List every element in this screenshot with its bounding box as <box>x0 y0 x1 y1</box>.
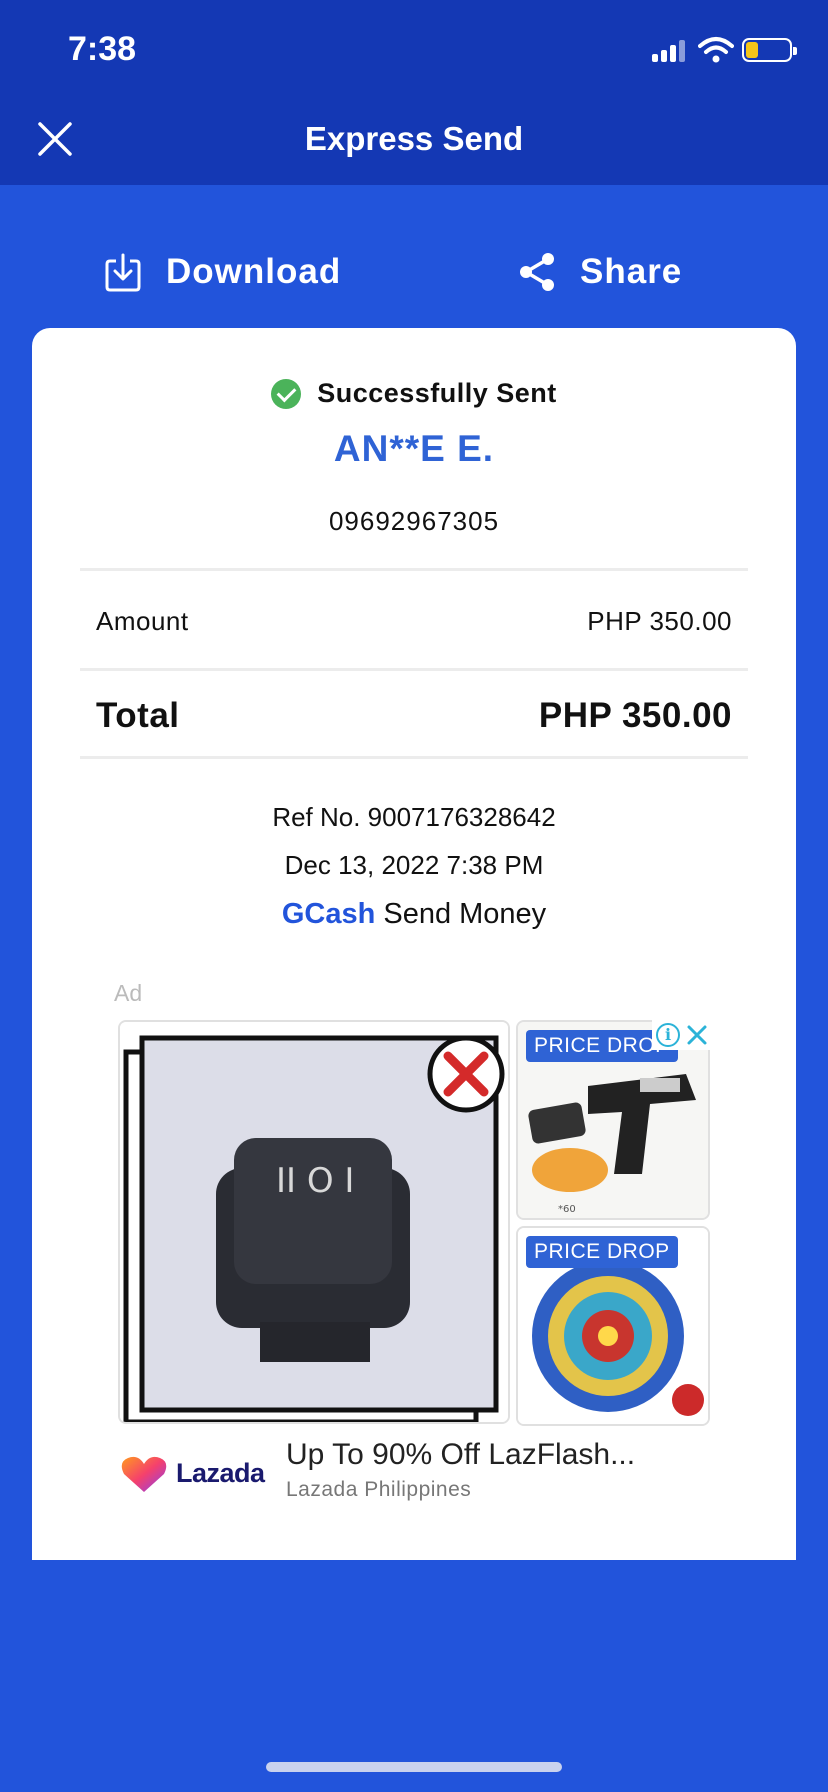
download-icon <box>105 253 141 292</box>
amount-value: PHP 350.00 <box>587 606 732 636</box>
ad-side-product-2[interactable]: PRICE DROP <box>516 1226 710 1426</box>
service-line: GCash Send Money <box>32 898 796 931</box>
total-label: Total <box>96 696 180 735</box>
ad-choices: i <box>652 1020 712 1050</box>
home-indicator <box>266 1762 562 1772</box>
signal-icon <box>652 40 688 62</box>
download-label: Download <box>166 252 342 291</box>
ad-main-image[interactable]: II O I <box>118 1020 510 1424</box>
ad-label: Ad <box>114 980 143 1006</box>
status-text: Successfully Sent <box>317 378 557 408</box>
gcash-brand: GCash <box>281 898 376 930</box>
ad-close-icon[interactable] <box>686 1024 708 1046</box>
status-line: Successfully Sent <box>32 378 796 409</box>
recipient-name: AN**E E. <box>333 428 495 469</box>
battery-icon <box>742 38 797 62</box>
share-button[interactable]: Share <box>516 248 682 296</box>
total-value: PHP 350.00 <box>538 696 732 735</box>
total-row: Total PHP 350.00 <box>96 696 732 736</box>
rocker-switch-image: II O I <box>120 1022 508 1422</box>
reference-number: Ref No. 9007176328642 <box>272 802 556 832</box>
transaction-datetime: Dec 13, 2022 7:38 PM <box>284 850 544 880</box>
price-drop-badge: PRICE DROP <box>526 1236 678 1268</box>
check-circle-icon <box>271 378 302 409</box>
product-caption: *60 <box>558 1204 576 1215</box>
divider <box>80 568 748 571</box>
service-name: Send Money <box>383 898 547 930</box>
svg-text:II O I: II O I <box>276 1161 354 1201</box>
receipt-card: Successfully Sent AN**E E. 09692967305 A… <box>32 328 796 1560</box>
wifi-icon <box>698 37 734 63</box>
receipt-torn-edge <box>32 1548 796 1560</box>
share-icon <box>520 253 554 291</box>
download-button[interactable]: Download <box>102 248 341 296</box>
divider <box>80 668 748 671</box>
page-title: Express Send <box>304 120 524 157</box>
ad-headline[interactable]: Up To 90% Off LazFlash... <box>286 1438 726 1472</box>
screen: 7:38 Express Send Download Share Success… <box>0 0 828 1792</box>
lazada-wordmark: Lazada <box>176 1457 265 1488</box>
share-label: Share <box>580 252 683 291</box>
amount-row: Amount PHP 350.00 <box>96 606 732 637</box>
top-bar: 7:38 Express Send <box>0 0 828 185</box>
lazada-logo: Lazada <box>120 1450 306 1496</box>
recipient-number: 09692967305 <box>328 506 500 536</box>
amount-label: Amount <box>96 606 189 636</box>
divider <box>80 756 748 759</box>
status-time: 7:38 <box>68 30 137 68</box>
ad-source: Lazada Philippines <box>286 1478 472 1501</box>
ad-side-product-1[interactable]: *60 PRICE DROP <box>516 1020 710 1220</box>
lazada-heart-icon <box>121 1456 167 1492</box>
info-icon[interactable]: i <box>656 1023 680 1047</box>
